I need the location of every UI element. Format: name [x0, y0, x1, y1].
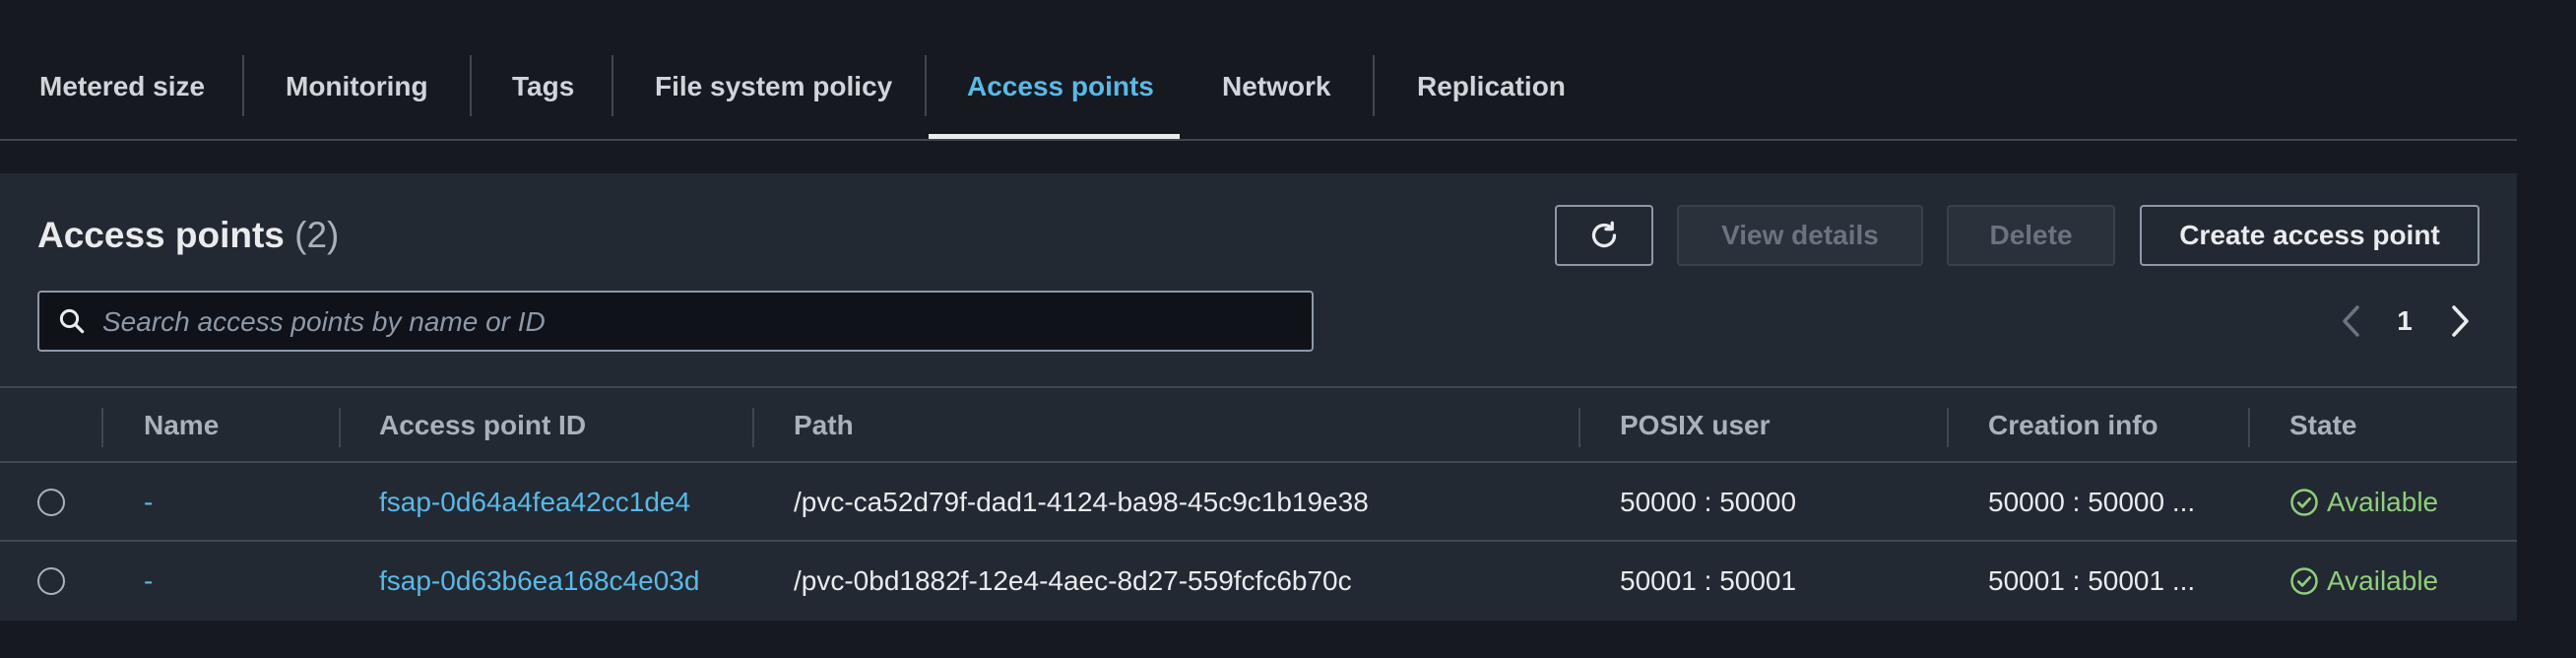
table-header: Name Access point ID Path POSIX user Cre…: [0, 386, 2517, 463]
delete-button[interactable]: Delete: [1947, 205, 2115, 266]
row-name[interactable]: -: [144, 542, 153, 621]
tab-divider: [1373, 55, 1375, 116]
check-circle-icon: [2290, 489, 2318, 516]
column-header-name[interactable]: Name: [144, 388, 219, 463]
tab-bar: Metered size Monitoring Tags File system…: [0, 0, 2517, 141]
tab-monitoring[interactable]: Monitoring: [286, 57, 428, 116]
refresh-button[interactable]: [1555, 205, 1653, 266]
column-divider: [101, 408, 103, 447]
row-state-label: Available: [2327, 487, 2439, 517]
column-header-creation-info[interactable]: Creation info: [1988, 388, 2158, 463]
table-row[interactable]: - fsap-0d64a4fea42cc1de4 /pvc-ca52d79f-d…: [0, 463, 2517, 542]
panel-count: (2): [294, 215, 340, 255]
row-path: /pvc-ca52d79f-dad1-4124-ba98-45c9c1b19e3…: [794, 487, 1369, 517]
tab-divider: [242, 55, 244, 116]
panel-title-text: Access points: [37, 215, 285, 255]
row-posix-user: 50000 : 50000: [1620, 487, 1797, 517]
search-input[interactable]: [100, 293, 1306, 352]
row-state: Available: [2289, 542, 2438, 621]
column-divider: [1578, 408, 1580, 447]
row-state-label: Available: [2327, 565, 2439, 596]
row-select-radio[interactable]: [37, 567, 65, 595]
current-page-number[interactable]: 1: [2391, 301, 2418, 341]
check-circle-icon: [2290, 567, 2318, 595]
create-access-point-button[interactable]: Create access point: [2140, 205, 2479, 266]
next-page-icon[interactable]: [2448, 301, 2474, 341]
search-icon: [59, 308, 85, 334]
tab-replication[interactable]: Replication: [1417, 57, 1566, 116]
refresh-icon: [1591, 221, 1617, 248]
row-name[interactable]: -: [144, 463, 153, 542]
tab-divider: [925, 55, 927, 116]
column-divider: [1947, 408, 1949, 447]
row-path: /pvc-0bd1882f-12e4-4aec-8d27-559fcfc6b70…: [794, 565, 1352, 596]
column-header-posix-user[interactable]: POSIX user: [1620, 388, 1771, 463]
tab-divider: [612, 55, 613, 116]
table-row[interactable]: - fsap-0d63b6ea168c4e03d /pvc-0bd1882f-1…: [0, 542, 2517, 621]
search-box: [37, 291, 1314, 352]
column-divider: [339, 408, 341, 447]
tab-tags[interactable]: Tags: [512, 57, 574, 116]
column-header-access-point-id[interactable]: Access point ID: [379, 388, 586, 463]
column-header-state[interactable]: State: [2289, 388, 2356, 463]
panel-title: Access points (2): [37, 211, 339, 260]
tab-metered-size[interactable]: Metered size: [39, 57, 205, 116]
row-state: Available: [2289, 463, 2438, 542]
access-points-table: Name Access point ID Path POSIX user Cre…: [0, 386, 2517, 621]
row-creation-info: 50001 : 50001 ...: [1988, 565, 2196, 596]
tab-network[interactable]: Network: [1222, 57, 1330, 116]
column-divider: [2248, 408, 2250, 447]
row-posix-user: 50001 : 50001: [1620, 565, 1797, 596]
column-header-path[interactable]: Path: [794, 388, 854, 463]
tab-access-points[interactable]: Access points: [967, 57, 1154, 116]
column-divider: [752, 408, 754, 447]
row-access-point-id-link[interactable]: fsap-0d64a4fea42cc1de4: [379, 463, 690, 542]
tab-file-system-policy[interactable]: File system policy: [655, 57, 892, 116]
row-creation-info: 50000 : 50000 ...: [1988, 487, 2196, 517]
previous-page-icon[interactable]: [2338, 301, 2363, 341]
view-details-button[interactable]: View details: [1677, 205, 1923, 266]
tab-divider: [470, 55, 472, 116]
active-tab-indicator: [929, 134, 1180, 139]
row-select-radio[interactable]: [37, 489, 65, 516]
row-access-point-id-link[interactable]: fsap-0d63b6ea168c4e03d: [379, 542, 699, 621]
access-points-panel: Access points (2) View details Delete Cr…: [0, 173, 2517, 621]
